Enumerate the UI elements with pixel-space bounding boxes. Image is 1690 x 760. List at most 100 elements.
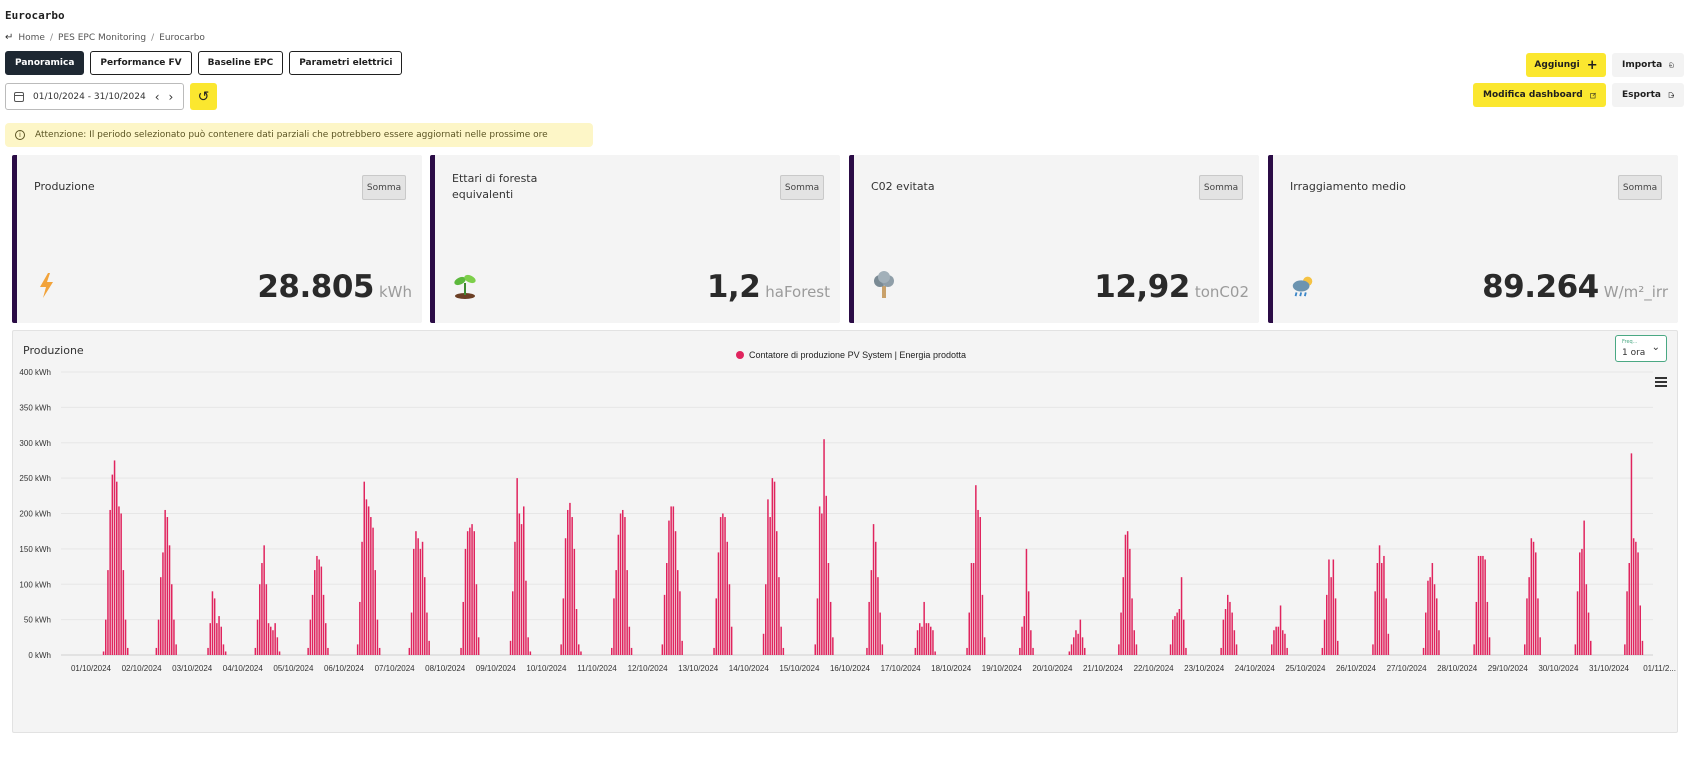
production-bar [1021,626,1023,655]
legend-marker [736,351,744,359]
production-bar [1169,644,1172,655]
production-bar [473,531,475,655]
production-bar [272,630,274,655]
production-bar [827,563,830,655]
production-bar [626,570,628,655]
production-bar [1233,630,1236,655]
production-chart-panel: 0 kWh 50 kWh 100 kWh 150 kWh 200 kWh 250 kWh 3… [12,330,1678,733]
y-tick-label: 250 kWh [19,474,51,483]
frequency-label: Freq... [1622,339,1638,345]
production-bar [120,513,122,655]
production-bar [113,460,116,655]
production-bar [376,619,379,655]
production-bar [719,517,722,655]
production-bar [475,584,478,655]
production-bar [276,637,279,655]
production-bar [1174,616,1176,655]
production-bar [116,481,118,655]
production-bar [527,637,529,655]
date-range-picker[interactable]: 01/10/2024 - 31/10/2024 ‹ › [5,83,184,110]
production-bar [1385,598,1387,655]
production-bar [1482,555,1484,655]
tab-parametri-elettrici[interactable]: Parametri elettrici [289,51,403,75]
y-tick-label: 300 kWh [19,439,51,448]
x-tick-label: 27/10/2024 [1387,664,1428,673]
production-bar [832,637,834,655]
aggregation-button[interactable]: Somma [362,175,406,200]
add-button[interactable]: Aggiungi + [1526,53,1606,77]
production-bar [1425,612,1427,655]
production-bar [816,598,819,655]
kpi-title: C02 evitata [871,180,935,193]
aggregation-button[interactable]: Somma [1618,175,1662,200]
production-bar [166,517,169,655]
production-bar [309,619,312,655]
production-bar [1286,647,1288,655]
production-bar [222,644,225,655]
production-bar [981,594,984,655]
production-bar [213,598,216,655]
production-bar [1131,598,1133,655]
breadcrumb-current: Eurocarbo [159,32,205,43]
reset-button[interactable]: ↺ [190,83,217,110]
production-bar [322,594,325,655]
aggregation-button[interactable]: Somma [1199,175,1243,200]
production-bar [1275,626,1277,655]
breadcrumb-home[interactable]: Home [18,33,45,43]
production-bar [1438,630,1440,655]
chevron-right-icon[interactable]: › [169,91,174,103]
production-bar [157,619,160,655]
frequency-select[interactable]: Freq... 1 ora ⌄ [1615,335,1667,362]
production-bar [730,626,733,655]
production-bar [619,513,622,655]
tab-panoramica[interactable]: Panoramica [5,51,85,75]
kpi-value: 12,92 tonC02 [1094,269,1249,305]
production-bar [1183,619,1185,655]
production-bar [972,563,975,655]
production-bar [1372,644,1374,655]
production-bar [780,626,782,655]
sprout-icon [454,274,476,299]
production-bar [722,513,724,655]
import-button[interactable]: Importa [1612,53,1684,77]
production-bar [1271,644,1273,655]
production-bar [1585,584,1588,655]
production-bar [569,502,571,655]
production-bar [872,524,875,655]
production-bar [1632,538,1635,655]
kpi-number: 1,2 [706,269,761,305]
production-bar [979,517,981,655]
x-tick-label: 29/10/2024 [1488,664,1529,673]
production-bar [1077,633,1079,655]
production-bar [1526,598,1528,655]
chart-menu-icon[interactable] [1655,377,1667,387]
weather-icon [1292,276,1313,297]
production-bar [617,534,620,655]
production-bar [359,601,361,655]
tab-performance-fv[interactable]: Performance FV [90,51,192,75]
export-button[interactable]: Esporta [1612,83,1684,107]
production-bar [173,619,175,655]
chevron-left-icon[interactable]: ‹ [155,91,160,103]
production-bar [975,485,977,655]
production-bar [224,651,227,655]
production-bar [562,598,565,655]
breadcrumb-monitoring[interactable]: PES EPC Monitoring [58,33,146,43]
production-bar [1222,619,1225,655]
edit-dashboard-button[interactable]: Modifica dashboard [1473,83,1606,107]
x-tick-label: 03/10/2024 [172,664,213,673]
production-bar [932,630,934,655]
production-bar [124,619,127,655]
back-arrow-icon[interactable]: ↵ [5,32,13,43]
production-bar [571,517,573,655]
production-bar [1334,598,1337,655]
x-tick-label: 01/11/2... [1643,664,1676,673]
production-bar [1427,580,1429,655]
production-bar [426,612,428,655]
production-bar [1129,548,1131,655]
production-bar [175,644,177,655]
kpi-title: Ettari di foresta equivalenti [452,172,538,201]
aggregation-button[interactable]: Somma [780,175,824,200]
tab-baseline-epc[interactable]: Baseline EPC [197,51,284,75]
x-tick-label: 24/10/2024 [1235,664,1276,673]
